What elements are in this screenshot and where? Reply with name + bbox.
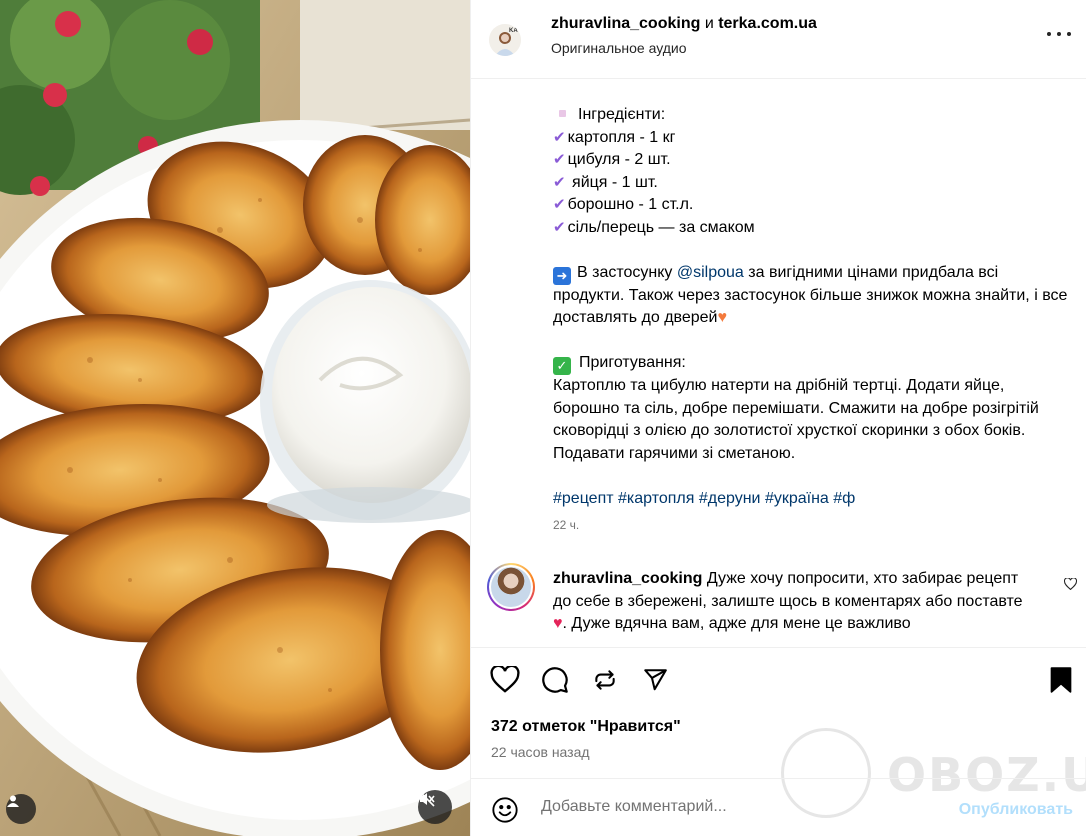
right-arrow-icon: ➜ xyxy=(553,266,571,285)
publish-button[interactable]: Опубликовать xyxy=(959,801,1073,819)
ingredient-item: ✔ цибуля - 2 шт. xyxy=(553,149,1073,172)
check-icon: ✔ xyxy=(553,128,566,146)
ingredient-item: ✔ яйця - 1 шт. xyxy=(553,172,1073,195)
post-media[interactable] xyxy=(0,0,470,836)
check-icon: ✔ xyxy=(553,151,566,168)
orange-heart-icon: ♥ xyxy=(717,309,728,326)
more-icon-dot xyxy=(1067,32,1071,36)
caption-gap xyxy=(553,465,1073,488)
post-caption: Інгредієнти: ✔ картопля - 1 кг ✔ цибуля - … xyxy=(553,104,1073,510)
comment-author[interactable]: zhuravlina_cooking xyxy=(553,570,702,587)
ingredient-text: яйця - 1 шт. xyxy=(567,173,658,191)
check-icon: ✔ xyxy=(553,196,566,213)
comment-avatar[interactable] xyxy=(487,563,535,611)
like-button[interactable] xyxy=(489,664,521,698)
prep-text: Картоплю та цибулю натерти на дрібній те… xyxy=(553,377,1039,462)
bookmark-icon xyxy=(1049,666,1073,698)
repost-button[interactable] xyxy=(589,666,621,698)
comment-input[interactable] xyxy=(541,793,941,821)
more-icon xyxy=(1047,32,1051,36)
ingredients-title-line: Інгредієнти: xyxy=(553,104,1073,127)
caption-time[interactable]: 22 ч. xyxy=(553,518,579,532)
collaborator-link[interactable]: terka.com.ua xyxy=(718,15,817,32)
comment-item: zhuravlina_cooking Дуже хочу попросити, … xyxy=(471,560,1086,646)
ingredient-item: ✔ картопля - 1 кг xyxy=(553,127,1073,150)
prep-title-line: ✓ Приготування: xyxy=(553,352,1073,375)
app-paragraph: ➜ В застосунку @silpoua за вигідними ціна… xyxy=(553,262,1073,330)
check-icon: ✔ xyxy=(553,218,566,236)
food-photo xyxy=(0,0,470,836)
comment-body: zhuravlina_cooking Дуже хочу попросити, … xyxy=(553,568,1033,636)
ingredient-item: ✔ сіль/перець — за смаком xyxy=(553,217,1073,240)
svg-text:KA: KA xyxy=(509,28,518,34)
comment-icon xyxy=(541,666,569,699)
hashtags[interactable]: #рецепт #картопля #деруни #україна #ф xyxy=(553,488,1073,511)
red-heart-icon: ♥ xyxy=(553,615,563,632)
mention-link[interactable]: @silpoua xyxy=(677,264,744,281)
ingredients-title: Інгредієнти: xyxy=(578,106,666,123)
emoji-icon xyxy=(491,797,519,828)
app-text-start: В застосунку xyxy=(577,263,677,281)
share-button[interactable] xyxy=(639,666,671,698)
heart-icon xyxy=(490,664,520,698)
more-icon-dot xyxy=(1057,32,1061,36)
comment-text-end: . Дуже вдячна вам, адже для мене це важл… xyxy=(562,615,911,632)
comment-composer: Опубликовать xyxy=(471,778,1086,836)
heart-icon xyxy=(1063,577,1078,594)
ingredient-item: ✔ борошно - 1 ст.л. xyxy=(553,194,1073,217)
ingredient-text: борошно - 1 ст.л. xyxy=(567,196,694,213)
ingredient-text: цибуля - 2 шт. xyxy=(567,151,671,168)
likes-count[interactable]: 372 отметок "Нравится" xyxy=(491,718,681,736)
post-authors: zhuravlina_cooking и terka.com.ua xyxy=(551,15,817,33)
tag-user-button[interactable] xyxy=(6,794,36,824)
pink-square-icon xyxy=(559,110,566,118)
emoji-button[interactable] xyxy=(491,796,519,829)
comment-like-button[interactable] xyxy=(1063,577,1078,595)
and-word: и xyxy=(700,15,719,32)
post-time[interactable]: 22 часов назад xyxy=(491,744,590,760)
caption-gap xyxy=(553,330,1073,353)
ingredient-text: картопля - 1 кг xyxy=(567,128,676,146)
collab-avatar[interactable]: KA xyxy=(489,24,521,56)
prep-title: Приготування: xyxy=(579,354,686,371)
author-link[interactable]: zhuravlina_cooking xyxy=(551,15,700,32)
post-panel: KA zhuravlina_cooking и terka.com.ua Ори… xyxy=(470,0,1086,836)
comment-button[interactable] xyxy=(539,666,571,698)
audio-link[interactable]: Оригинальное аудио xyxy=(551,40,687,56)
share-icon xyxy=(641,667,669,698)
post-header: KA zhuravlina_cooking и terka.com.ua Ори… xyxy=(471,0,1086,79)
ingredient-text: сіль/перець — за смаком xyxy=(567,218,755,236)
repost-icon xyxy=(592,667,618,698)
save-button[interactable] xyxy=(1045,666,1077,698)
check-icon: ✔ xyxy=(553,173,566,191)
green-check-icon: ✓ xyxy=(553,357,571,375)
more-options-button[interactable] xyxy=(1047,28,1071,40)
caption-gap xyxy=(553,239,1073,262)
mute-button[interactable] xyxy=(418,790,452,824)
